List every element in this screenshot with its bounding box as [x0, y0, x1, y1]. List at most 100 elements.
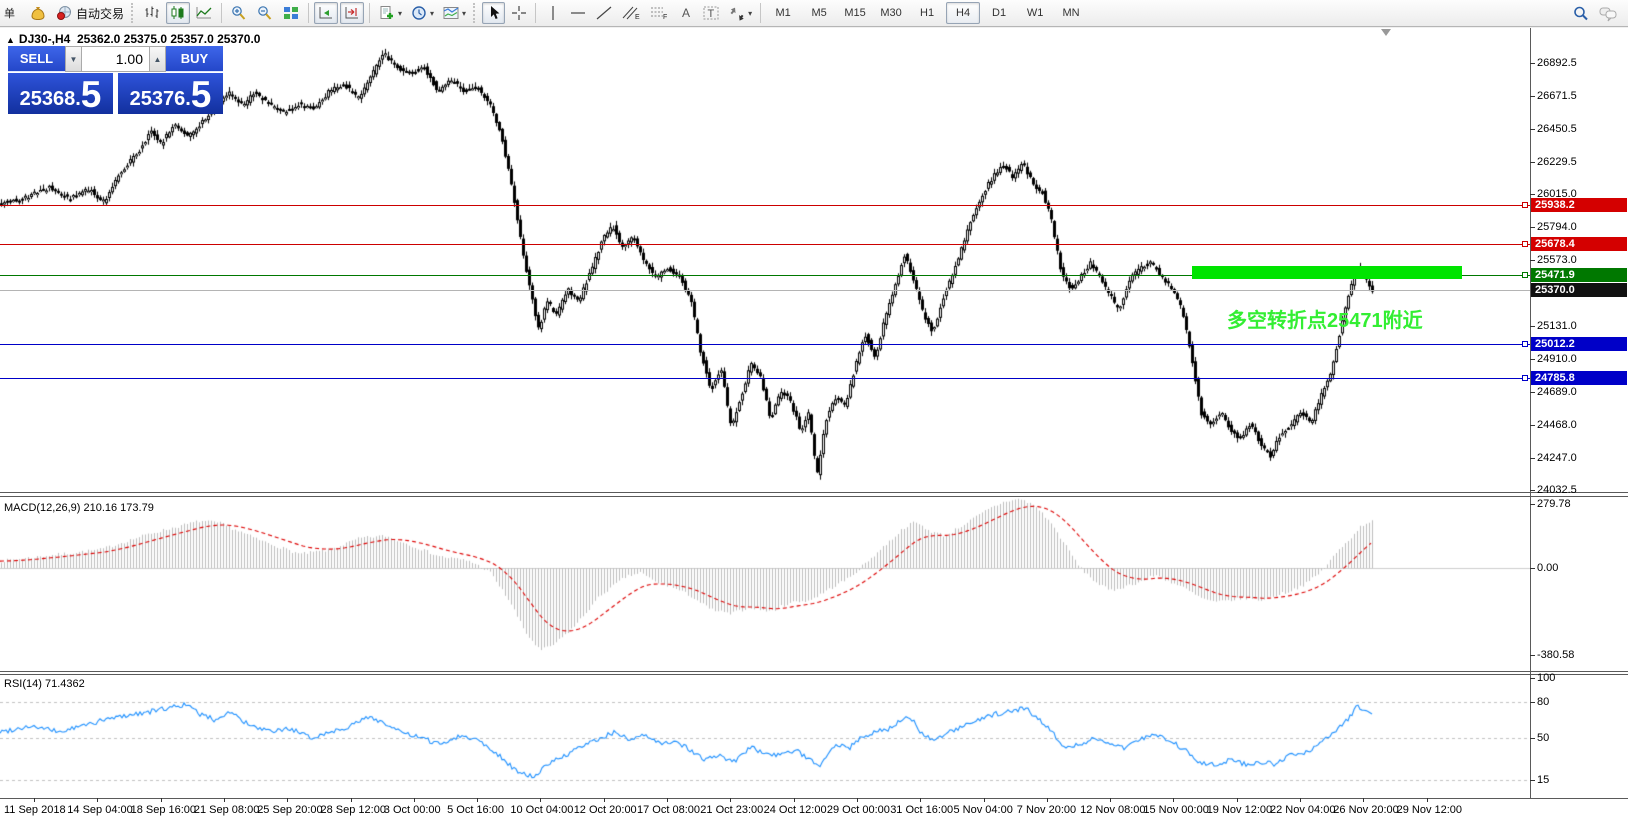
price-axis-tickmark	[1530, 129, 1535, 130]
price-tag-25938.2: 25938.2	[1531, 198, 1627, 212]
equidistant-channel-button[interactable]: E	[618, 2, 644, 24]
time-axis-label: 12 Nov 08:00	[1080, 804, 1145, 816]
tile-windows-button[interactable]	[279, 2, 303, 24]
toolbar-drag-handle[interactable]	[473, 3, 478, 23]
price-axis-tick: 26450.5	[1537, 123, 1577, 135]
timeframe-button-M15[interactable]: M15	[838, 2, 872, 24]
volume-decrease-button[interactable]: ▼	[65, 46, 82, 72]
time-axis-tickmark	[540, 798, 541, 802]
time-axis-label: 28 Sep 12:00	[321, 804, 386, 816]
highlight-zone[interactable]	[1192, 266, 1462, 279]
rsi-indicator-canvas[interactable]	[0, 675, 1530, 798]
level-line-25938.2[interactable]	[0, 205, 1530, 206]
collapse-panel-icon[interactable]: ▲	[6, 35, 15, 45]
panel-separator[interactable]	[0, 674, 1628, 675]
chart-annotation-text[interactable]: 多空转折点25471附近	[1227, 304, 1423, 333]
panel-separator[interactable]	[0, 496, 1628, 497]
price-axis-tickmark	[1530, 490, 1535, 491]
time-axis-label: 14 Sep 04:00	[67, 804, 132, 816]
new-order-button[interactable]: 单	[1, 2, 24, 24]
chart-shift-marker[interactable]	[1381, 29, 1391, 36]
buy-price-button[interactable]: 25376.5	[118, 73, 223, 114]
time-axis-label: 21 Oct 23:00	[700, 804, 763, 816]
timeframe-button-M30[interactable]: M30	[874, 2, 908, 24]
time-axis-tickmark	[97, 798, 98, 802]
chart-shift-button[interactable]	[340, 2, 364, 24]
cursor-button[interactable]	[482, 2, 505, 24]
periods-dropdown-arrow[interactable]: ▾	[430, 9, 434, 18]
timeframe-button-M5[interactable]: M5	[802, 2, 836, 24]
trendline-button[interactable]	[592, 2, 616, 24]
text-icon: A	[678, 5, 694, 21]
indicators-button[interactable]: ▾	[375, 2, 405, 24]
zoom-in-button[interactable]	[227, 2, 251, 24]
search-button[interactable]	[1569, 2, 1593, 24]
clock-icon	[410, 5, 428, 21]
line-end-marker[interactable]	[1522, 241, 1528, 247]
time-axis-tickmark	[604, 798, 605, 802]
auto-scroll-button[interactable]	[314, 2, 338, 24]
toolbar-drag-handle[interactable]	[131, 3, 136, 23]
candlestick-chart-button[interactable]	[166, 2, 190, 24]
volume-input[interactable]: 1.00	[82, 46, 149, 72]
periods-button[interactable]: ▾	[407, 2, 437, 24]
timeframe-button-M1[interactable]: M1	[766, 2, 800, 24]
indicators-dropdown-arrow[interactable]: ▾	[398, 9, 402, 18]
timeframe-button-W1[interactable]: W1	[1018, 2, 1052, 24]
text-button[interactable]: A	[674, 2, 697, 24]
volume-increase-button[interactable]: ▲	[149, 46, 166, 72]
bar-chart-icon	[143, 5, 161, 21]
autotrading-button[interactable]: 自动交易	[52, 2, 127, 24]
bar-chart-button[interactable]	[140, 2, 164, 24]
panel-separator[interactable]	[0, 492, 1628, 493]
line-end-marker[interactable]	[1522, 341, 1528, 347]
chart-window: 多空转折点25471附近 ▲DJ30-,H4 25362.0 25375.0 2…	[0, 28, 1628, 820]
crosshair-button[interactable]	[507, 2, 530, 24]
timeframe-button-H1[interactable]: H1	[910, 2, 944, 24]
timeframe-button-H4[interactable]: H4	[946, 2, 980, 24]
arrows-dropdown-arrow[interactable]: ▾	[748, 9, 752, 18]
time-axis-border	[0, 798, 1628, 799]
toolbar-separator	[535, 3, 536, 23]
toolbar-separator	[369, 3, 370, 23]
templates-button[interactable]: ▾	[439, 2, 469, 24]
vertical-line-button[interactable]	[541, 2, 564, 24]
vertical-line-icon	[546, 5, 560, 21]
line-end-marker[interactable]	[1522, 375, 1528, 381]
price-axis-tick: 24247.0	[1537, 452, 1577, 464]
price-chart-canvas[interactable]	[0, 28, 1530, 492]
level-line-25012.2[interactable]	[0, 344, 1530, 345]
arrows-button[interactable]: ▾	[725, 2, 755, 24]
buy-button[interactable]: BUY	[166, 46, 223, 72]
line-end-marker[interactable]	[1522, 272, 1528, 278]
level-line-25678.4[interactable]	[0, 244, 1530, 245]
price-axis-tickmark	[1530, 425, 1535, 426]
templates-dropdown-arrow[interactable]: ▾	[462, 9, 466, 18]
timeframe-button-D1[interactable]: D1	[982, 2, 1016, 24]
fibonacci-button[interactable]: F	[646, 2, 672, 24]
sell-button[interactable]: SELL	[8, 46, 65, 72]
timeframe-button-MN[interactable]: MN	[1054, 2, 1088, 24]
symbol-period-label: DJ30-,H4	[19, 32, 70, 46]
buy-price-int: 25376	[130, 88, 186, 110]
crosshair-icon	[511, 5, 527, 21]
svg-text:F: F	[663, 14, 667, 21]
line-chart-button[interactable]	[192, 2, 216, 24]
level-line-24785.8[interactable]	[0, 378, 1530, 379]
price-tag-25370.0: 25370.0	[1531, 283, 1627, 297]
sell-price-button[interactable]: 25368.5	[8, 73, 113, 114]
chat-button[interactable]	[1595, 2, 1621, 24]
time-axis-tickmark	[34, 798, 35, 802]
line-end-marker[interactable]	[1522, 202, 1528, 208]
money-bag-button[interactable]	[26, 2, 50, 24]
zoom-out-button[interactable]	[253, 2, 277, 24]
level-line-25370[interactable]	[0, 290, 1530, 291]
macd-axis-tick: 0.00	[1537, 562, 1558, 574]
time-axis-label: 5 Oct 16:00	[447, 804, 504, 816]
chat-icon	[1598, 5, 1618, 22]
panel-separator[interactable]	[0, 671, 1628, 672]
price-axis-tick: 25131.0	[1537, 320, 1577, 332]
horizontal-line-button[interactable]	[566, 2, 590, 24]
text-label-button[interactable]: T	[699, 2, 723, 24]
macd-indicator-canvas[interactable]	[0, 497, 1530, 671]
